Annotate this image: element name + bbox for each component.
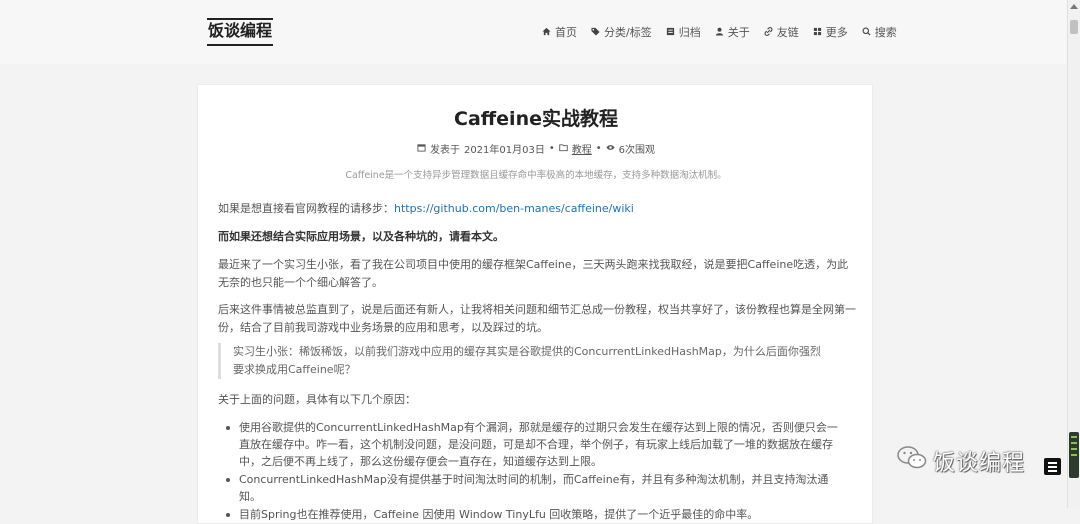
paragraph-intro: 如果是想直接看官网教程的请移步：https://github.com/ben-m… <box>218 200 858 218</box>
home-icon <box>542 26 551 39</box>
list-item: 使用谷歌提供的ConcurrentLinkedHashMap有个漏洞，那就是缓存… <box>224 419 844 470</box>
site-brand[interactable]: 饭谈编程 <box>207 18 274 46</box>
nav-label: 分类/标签 <box>604 26 652 39</box>
post-description: Caffeine是一个支持异步管理数据且缓存命中率极高的本地缓存，支持多种数据淘… <box>345 170 727 181</box>
calendar-icon <box>417 143 426 155</box>
nav-label: 归档 <box>678 26 701 39</box>
paragraph-bold: 而如果还想结合实际应用场景，以及各种坑的，请看本文。 <box>218 230 504 243</box>
post-category-link[interactable]: 教程 <box>572 141 592 156</box>
nav-label: 友链 <box>776 26 799 39</box>
side-widget-icon[interactable] <box>1069 432 1079 478</box>
wechat-icon <box>897 445 927 477</box>
reasons-list: 使用谷歌提供的ConcurrentLinkedHashMap有个漏洞，那就是缓存… <box>224 419 844 524</box>
search-icon <box>862 26 871 39</box>
nav-label: 搜索 <box>874 26 897 39</box>
nav-links[interactable]: 友链 <box>764 24 799 40</box>
nav-label: 首页 <box>555 26 577 39</box>
main-nav: 首页 分类/标签 归档 关于 友链 更多 搜索 <box>542 24 897 40</box>
list-item: ConcurrentLinkedHashMap没有提供基于时间淘汰时间的机制，而… <box>224 471 844 505</box>
post-title: Caffeine实战教程 <box>454 108 618 130</box>
list-item: 目前Spring也在推荐使用，Caffeine 因使用 Window TinyL… <box>224 506 844 523</box>
post-date: 2021年01月03日 <box>463 145 545 156</box>
meta-separator: • <box>548 143 555 154</box>
posted-prefix: 发表于 <box>429 145 460 156</box>
nav-label: 更多 <box>825 26 848 39</box>
scroll-up-arrow-icon[interactable] <box>1070 4 1078 9</box>
user-icon <box>715 26 724 39</box>
nav-search[interactable]: 搜索 <box>862 24 897 40</box>
nav-categories[interactable]: 分类/标签 <box>591 24 652 40</box>
paragraph-background: 后来这件事情被总监直到了，说是后面还有新人，让我将相关问题和细节汇总成一份教程，… <box>218 303 856 334</box>
menu-button[interactable] <box>1044 458 1061 475</box>
post-views: 6次围观 <box>618 145 656 156</box>
paragraph-reasons: 关于上面的问题，具体有以下几个原因： <box>218 393 416 406</box>
meta-separator: • <box>595 143 602 154</box>
wechat-watermark: 饭谈编程 <box>897 444 1025 478</box>
grid-icon <box>813 26 822 39</box>
vertical-scrollbar[interactable] <box>1067 0 1080 508</box>
nav-more[interactable]: 更多 <box>813 24 848 40</box>
site-header: 饭谈编程 首页 分类/标签 归档 关于 友链 更多 搜索 <box>0 0 1067 64</box>
post-meta: 发表于 2021年01月03日 • 教程 • 6次围观 <box>198 141 874 156</box>
post-card: Caffeine实战教程 发表于 2021年01月03日 • 教程 • 6次围观… <box>197 84 873 524</box>
folder-icon <box>559 143 568 155</box>
scrollbar-thumb[interactable] <box>1070 20 1078 34</box>
intro-text: 如果是想直接看官网教程的请移步： <box>218 202 394 215</box>
watermark-text: 饭谈编程 <box>933 451 1026 476</box>
blockquote: 实习生小张：稀饭稀饭，以前我们游戏中应用的缓存其实是谷歌提供的Concurren… <box>218 343 828 379</box>
tag-icon <box>591 26 600 39</box>
eye-icon <box>606 143 615 155</box>
nav-label: 关于 <box>727 26 750 39</box>
link-icon <box>764 26 773 39</box>
archive-icon <box>666 26 675 39</box>
nav-about[interactable]: 关于 <box>715 24 750 40</box>
paragraph-story: 最近来了一个实习生小张，看了我在公司项目中使用的缓存框架Caffeine，三天两… <box>218 258 849 289</box>
official-wiki-link[interactable]: https://github.com/ben-manes/caffeine/wi… <box>394 202 634 215</box>
nav-home[interactable]: 首页 <box>542 24 577 40</box>
nav-archive[interactable]: 归档 <box>666 24 701 40</box>
